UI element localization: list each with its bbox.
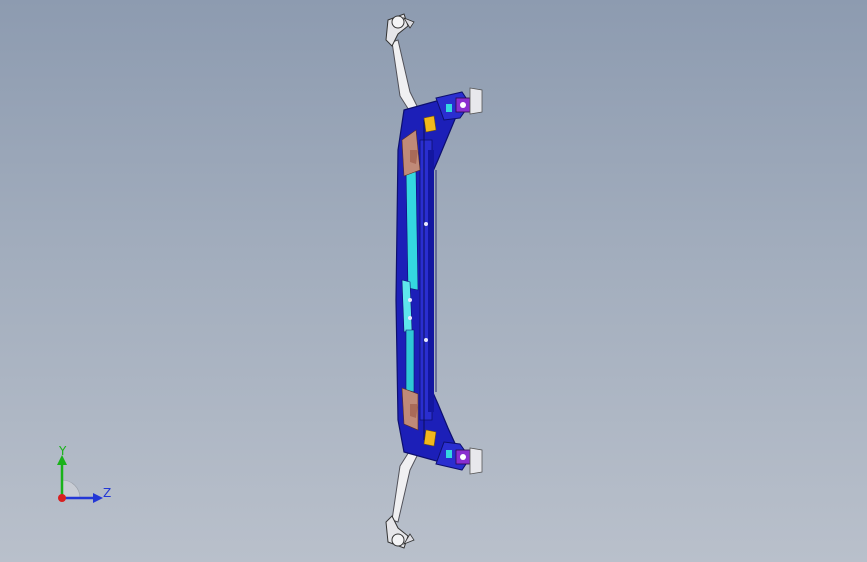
lower-control-arm[interactable]: [385, 443, 421, 549]
orientation-triad: Y Z: [40, 440, 120, 510]
subframe-model[interactable]: [0, 0, 867, 562]
z-axis-label: Z: [103, 486, 112, 500]
upper-control-arm[interactable]: [385, 13, 421, 119]
cad-viewport[interactable]: Y Z: [0, 0, 867, 562]
y-axis-label: Y: [59, 444, 67, 458]
crossmember-frame[interactable]: [395, 99, 459, 463]
